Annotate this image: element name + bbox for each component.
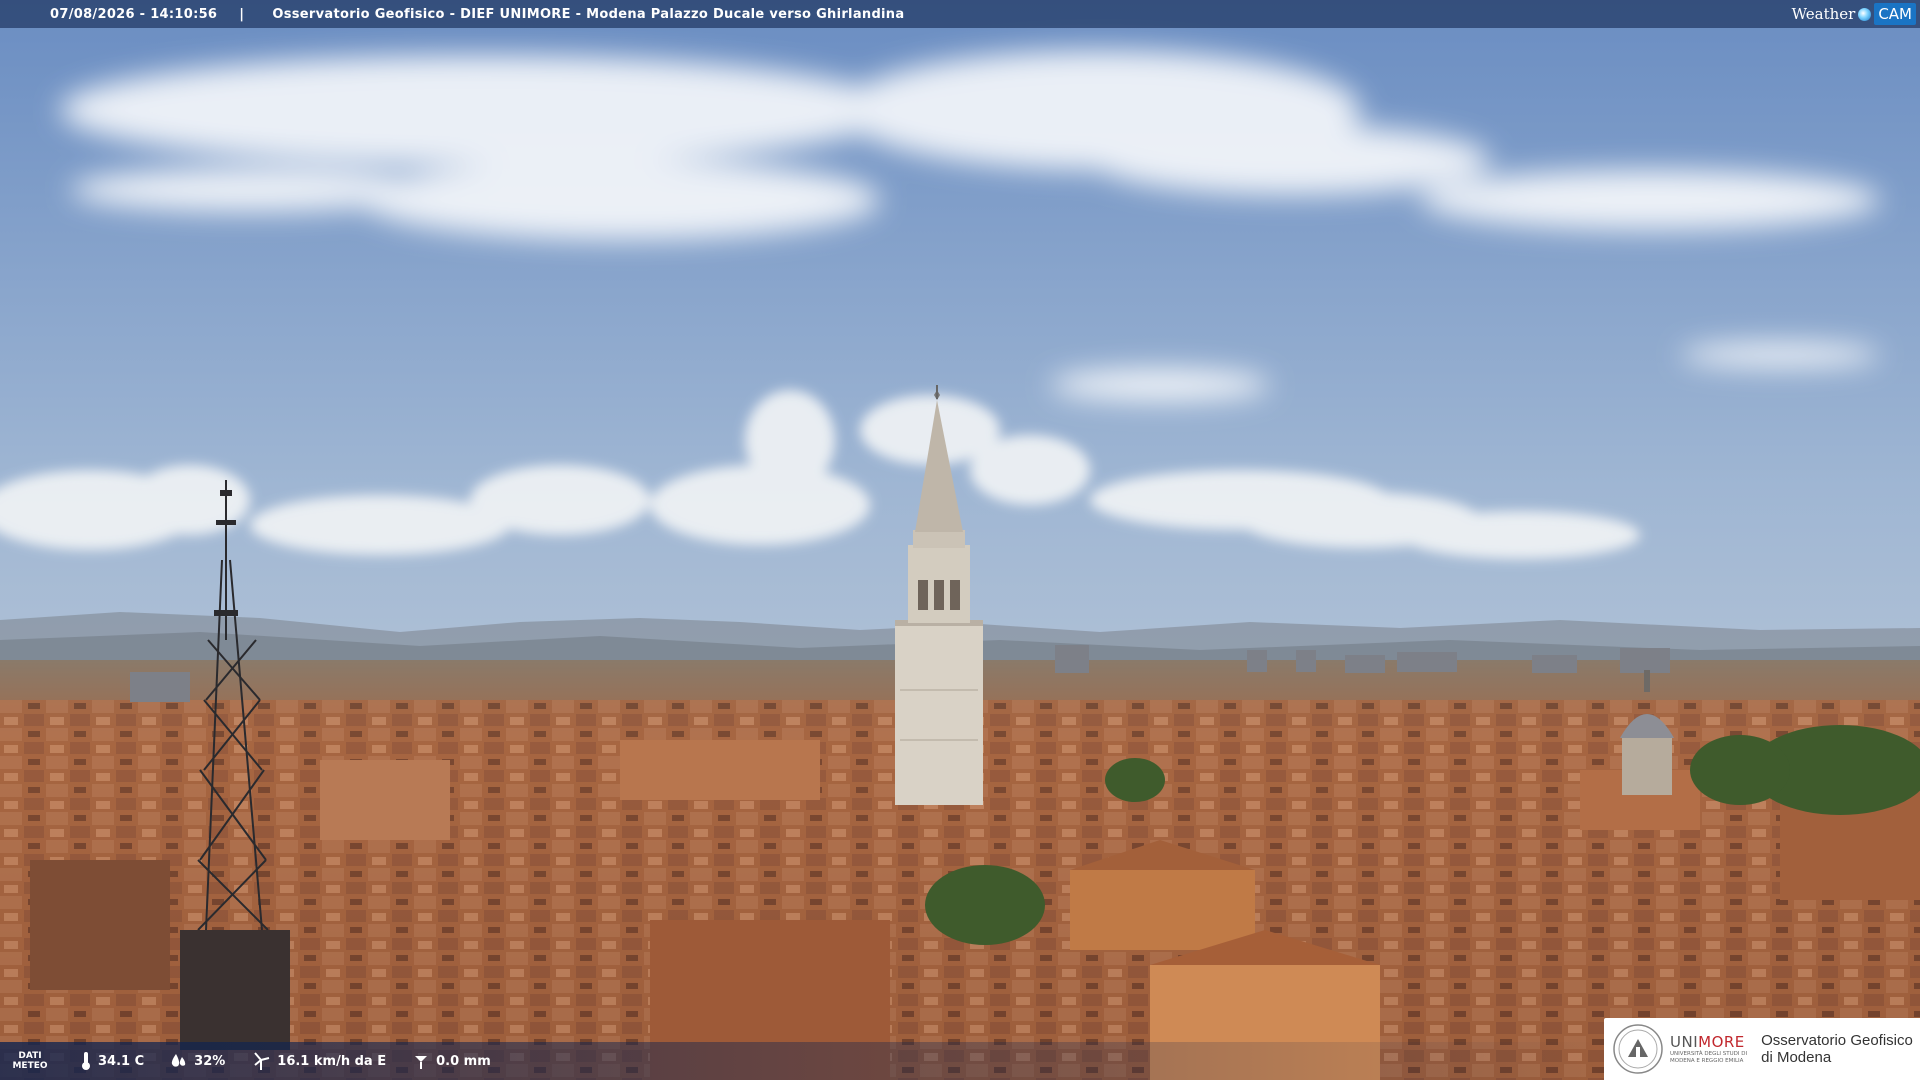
temperature-value: 34.1 C [98, 1053, 145, 1069]
humidity-value: 32% [194, 1053, 226, 1069]
unimore-subtitle-1: UNIVERSITÀ DEGLI STUDI DI [1670, 1051, 1748, 1057]
unimore-wordmark: UNIMORE UNIVERSITÀ DEGLI STUDI DI MODENA… [1670, 1033, 1747, 1065]
globe-dot-icon [1858, 7, 1872, 21]
webcam-image [0, 0, 1920, 1080]
university-seal-icon [1613, 1024, 1663, 1074]
weathercam-brand: Weather CAM [1792, 0, 1920, 28]
uni-suffix: MORE [1698, 1033, 1745, 1051]
timestamp: 07/08/2026 - 14:10:56 [50, 6, 218, 22]
humidity-reading: 32% [170, 1052, 225, 1070]
unimore-logo-panel: UNIMORE UNIVERSITÀ DEGLI STUDI DI MODENA… [1604, 1018, 1920, 1080]
top-banner: 07/08/2026 - 14:10:56 | Osservatorio Geo… [0, 0, 1920, 28]
thermometer-icon [82, 1052, 90, 1070]
weather-label-line1: DATI [18, 1051, 42, 1061]
brand-cam-text: CAM [1874, 3, 1916, 25]
weather-data-label: DATI METEO [0, 1051, 60, 1071]
wind-reading: 16.1 km/h da E [251, 1051, 386, 1071]
banner-separator: | [239, 6, 245, 22]
weather-label-line2: METEO [12, 1061, 48, 1071]
rain-reading: 0.0 mm [412, 1052, 491, 1070]
unimore-name: UNIMORE [1670, 1033, 1747, 1051]
rain-value: 0.0 mm [436, 1053, 491, 1069]
weather-data-bar: DATI METEO 34.1 C 32% 16.1 km/h da E 0.0… [0, 1042, 1600, 1080]
camera-title: Osservatorio Geofisico - DIEF UNIMORE - … [272, 6, 905, 22]
brand-weather-text: Weather [1791, 5, 1856, 23]
unimore-subtitle-2: MODENA E REGGIO EMILIA [1670, 1058, 1744, 1064]
humidity-drop-icon [171, 1054, 186, 1067]
observatory-line1: Osservatorio Geofisico [1761, 1032, 1913, 1049]
observatory-name: Osservatorio Geofisico di Modena [1761, 1032, 1913, 1066]
temperature-reading: 34.1 C [80, 1051, 144, 1071]
uni-prefix: UNI [1670, 1033, 1699, 1051]
observatory-line2: di Modena [1761, 1049, 1832, 1066]
wind-value: 16.1 km/h da E [277, 1053, 387, 1069]
rain-gauge-icon [415, 1056, 428, 1069]
wind-turbine-icon [254, 1052, 270, 1070]
